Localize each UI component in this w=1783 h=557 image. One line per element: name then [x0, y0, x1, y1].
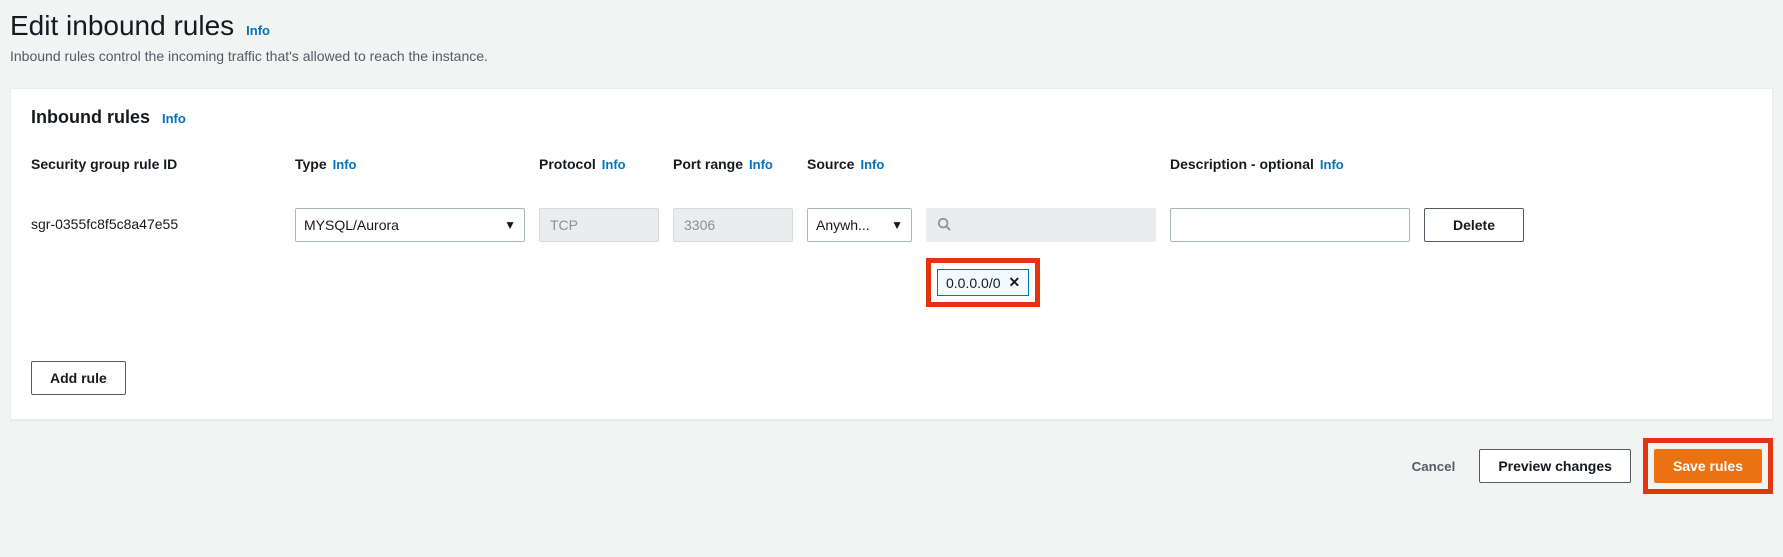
col-header-port-range: Port range Info: [673, 156, 793, 172]
page-description: Inbound rules control the incoming traff…: [10, 48, 1773, 64]
col-header-source: Source Info: [807, 156, 912, 172]
port-range-field: 3306: [673, 208, 793, 242]
col-header-protocol-label: Protocol: [539, 156, 596, 172]
source-search-input[interactable]: [926, 208, 1156, 242]
cidr-chip: 0.0.0.0/0 ✕: [937, 269, 1029, 296]
source-mode-select[interactable]: Anywh... ▼: [807, 208, 912, 242]
inbound-rules-panel: Inbound rules Info Security group rule I…: [10, 88, 1773, 420]
add-rule-button[interactable]: Add rule: [31, 361, 126, 395]
cidr-value: 0.0.0.0/0: [946, 275, 1001, 291]
port-range-info-link[interactable]: Info: [749, 157, 773, 172]
caret-down-icon: ▼: [891, 218, 903, 232]
source-info-link[interactable]: Info: [860, 157, 884, 172]
panel-title: Inbound rules: [31, 107, 150, 128]
cancel-button[interactable]: Cancel: [1400, 459, 1468, 474]
type-info-link[interactable]: Info: [333, 157, 357, 172]
cidr-highlight: 0.0.0.0/0 ✕: [926, 258, 1040, 307]
preview-changes-button[interactable]: Preview changes: [1479, 449, 1631, 483]
col-header-type-label: Type: [295, 156, 327, 172]
type-select[interactable]: MYSQL/Aurora ▼: [295, 208, 525, 242]
protocol-info-link[interactable]: Info: [602, 157, 626, 172]
protocol-field: TCP: [539, 208, 659, 242]
delete-button[interactable]: Delete: [1424, 208, 1524, 242]
search-icon: [937, 217, 951, 234]
source-mode-value: Anywh...: [816, 217, 870, 233]
save-highlight: Save rules: [1643, 438, 1773, 494]
col-header-source-label: Source: [807, 156, 854, 172]
col-header-port-range-label: Port range: [673, 156, 743, 172]
rule-id-value: sgr-0355fc8f5c8a47e55: [31, 208, 281, 232]
footer-actions: Cancel Preview changes Save rules: [10, 438, 1773, 494]
type-select-value: MYSQL/Aurora: [304, 217, 399, 233]
page-title: Edit inbound rules: [10, 10, 234, 42]
col-header-description: Description - optional Info: [1170, 156, 1410, 172]
panel-info-link[interactable]: Info: [162, 111, 186, 126]
remove-cidr-icon[interactable]: ✕: [1009, 274, 1021, 291]
save-rules-button[interactable]: Save rules: [1654, 449, 1762, 483]
col-header-protocol: Protocol Info: [539, 156, 659, 172]
page-info-link[interactable]: Info: [246, 23, 270, 38]
col-header-description-label: Description - optional: [1170, 156, 1314, 172]
description-input[interactable]: [1170, 208, 1410, 242]
col-header-type: Type Info: [295, 156, 525, 172]
col-header-rule-id-label: Security group rule ID: [31, 156, 177, 172]
caret-down-icon: ▼: [504, 218, 516, 232]
col-header-rule-id: Security group rule ID: [31, 156, 281, 172]
description-info-link[interactable]: Info: [1320, 157, 1344, 172]
